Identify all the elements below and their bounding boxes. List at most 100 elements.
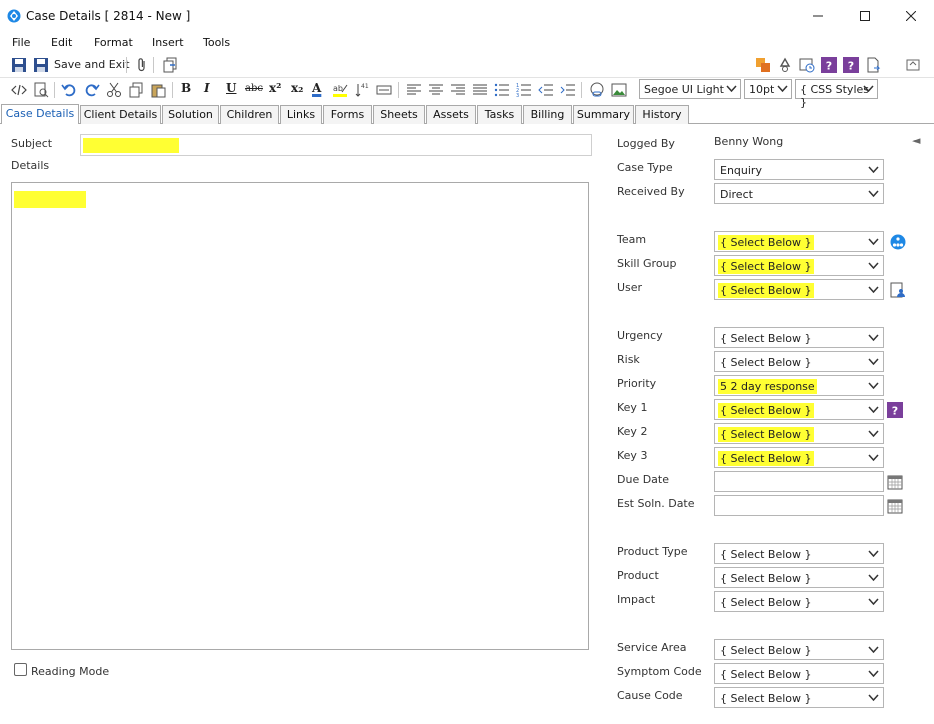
user-lookup-icon[interactable] xyxy=(890,282,906,298)
user-select[interactable]: { Select Below } xyxy=(714,279,884,300)
menu-tools[interactable]: Tools xyxy=(203,36,230,49)
superscript-button[interactable]: x² xyxy=(269,81,281,95)
save-icon[interactable] xyxy=(11,57,27,73)
css-styles-select[interactable]: { CSS Styles } xyxy=(795,79,878,109)
bullet-list-icon[interactable] xyxy=(494,82,510,98)
received-by-select[interactable]: Direct xyxy=(714,183,884,204)
menu-edit[interactable]: Edit xyxy=(51,36,72,49)
cut-icon[interactable] xyxy=(106,82,122,98)
save-exit-button[interactable]: Save and Exit xyxy=(54,58,130,71)
team-hierarchy-icon[interactable] xyxy=(890,234,906,250)
tab-tasks[interactable]: Tasks xyxy=(477,105,522,124)
symptom-code-label: Symptom Code xyxy=(617,665,702,678)
bold-button[interactable]: B xyxy=(181,81,191,95)
tab-summary[interactable]: Summary xyxy=(573,105,634,124)
details-editor[interactable] xyxy=(11,182,589,650)
align-left-icon[interactable] xyxy=(406,82,422,98)
copy-case-icon[interactable] xyxy=(162,57,178,73)
align-center-icon[interactable] xyxy=(428,82,444,98)
source-code-icon[interactable] xyxy=(11,82,27,98)
key-help-icon[interactable]: ? xyxy=(887,402,903,418)
window-title: Case Details [ 2814 - New ] xyxy=(26,9,191,23)
chevron-down-icon xyxy=(868,286,879,294)
tab-assets[interactable]: Assets xyxy=(426,105,476,124)
subscript-button[interactable]: x₂ xyxy=(291,81,303,95)
menu-insert[interactable]: Insert xyxy=(152,36,184,49)
font-color-button[interactable]: A xyxy=(312,81,321,95)
highlight-icon[interactable]: ab xyxy=(332,82,348,98)
symptom-code-select[interactable]: { Select Below } xyxy=(714,663,884,684)
font-family-select[interactable]: Segoe UI Light xyxy=(639,79,741,99)
urgency-select[interactable]: { Select Below } xyxy=(714,327,884,348)
priority-select[interactable]: 5 2 day response xyxy=(714,375,884,396)
risk-select[interactable]: { Select Below } xyxy=(714,351,884,372)
recycle-icon[interactable] xyxy=(777,57,793,73)
calendar-icon[interactable] xyxy=(887,474,903,490)
undo-icon[interactable] xyxy=(61,82,77,98)
numbered-list-icon[interactable]: 123 xyxy=(516,82,532,98)
redo-icon[interactable] xyxy=(84,82,100,98)
help-icon[interactable]: ? xyxy=(843,57,859,73)
minimize-button[interactable] xyxy=(795,0,841,32)
indent-icon[interactable] xyxy=(560,82,576,98)
impact-select[interactable]: { Select Below } xyxy=(714,591,884,612)
service-area-value: { Select Below } xyxy=(720,644,812,657)
due-date-input[interactable] xyxy=(714,471,884,492)
copy-icon[interactable] xyxy=(128,82,144,98)
team-select[interactable]: { Select Below } xyxy=(714,231,884,252)
cause-code-value: { Select Below } xyxy=(720,692,812,705)
key-2-select[interactable]: { Select Below } xyxy=(714,423,884,444)
preview-icon[interactable] xyxy=(33,82,49,98)
paste-icon[interactable] xyxy=(150,82,166,98)
close-button[interactable] xyxy=(888,0,934,32)
skill-group-select[interactable]: { Select Below } xyxy=(714,255,884,276)
menu-file[interactable]: File xyxy=(12,36,30,49)
main-toolbar: Save and Exit ? ? xyxy=(0,54,934,76)
menu-bar: File Edit Format Insert Tools xyxy=(0,32,934,54)
tab-sheets[interactable]: Sheets xyxy=(373,105,425,124)
strikethrough-button[interactable]: abc xyxy=(245,83,263,94)
tab-case-details[interactable]: Case Details xyxy=(1,104,79,124)
align-right-icon[interactable] xyxy=(450,82,466,98)
product-select[interactable]: { Select Below } xyxy=(714,567,884,588)
italic-button[interactable]: I xyxy=(204,81,210,95)
collapse-panel-icon[interactable]: ◄ xyxy=(912,134,920,147)
tab-links[interactable]: Links xyxy=(280,105,322,124)
horizontal-rule-icon[interactable] xyxy=(376,82,392,98)
subject-input[interactable] xyxy=(80,134,592,156)
key-2-label: Key 2 xyxy=(617,425,648,438)
toolbar-separator xyxy=(398,82,399,98)
merge-icon[interactable] xyxy=(755,57,771,73)
sort-icon[interactable]: 41 xyxy=(355,82,371,98)
insert-image-icon[interactable] xyxy=(611,82,627,98)
underline-button[interactable]: U xyxy=(226,81,236,95)
calendar-icon[interactable] xyxy=(887,498,903,514)
font-size-select[interactable]: 10pt xyxy=(744,79,792,99)
schedule-icon[interactable] xyxy=(799,57,815,73)
est-soln-date-input[interactable] xyxy=(714,495,884,516)
tab-client-details[interactable]: Client Details xyxy=(80,105,161,124)
insert-link-icon[interactable] xyxy=(589,82,605,98)
maximize-button[interactable] xyxy=(842,0,888,32)
tab-billing[interactable]: Billing xyxy=(523,105,572,124)
key-1-select[interactable]: { Select Below } xyxy=(714,399,884,420)
justify-icon[interactable] xyxy=(472,82,488,98)
tab-forms[interactable]: Forms xyxy=(323,105,372,124)
menu-format[interactable]: Format xyxy=(94,36,133,49)
attachment-icon[interactable] xyxy=(134,57,150,73)
key-3-select[interactable]: { Select Below } xyxy=(714,447,884,468)
svg-text:41: 41 xyxy=(361,83,369,90)
case-type-select[interactable]: Enquiry xyxy=(714,159,884,180)
pin-window-icon[interactable] xyxy=(905,57,921,73)
tab-solution[interactable]: Solution xyxy=(162,105,219,124)
tab-children[interactable]: Children xyxy=(220,105,279,124)
outdent-icon[interactable] xyxy=(538,82,554,98)
product-type-select[interactable]: { Select Below } xyxy=(714,543,884,564)
save-exit-icon[interactable] xyxy=(33,57,49,73)
document-icon[interactable] xyxy=(865,57,881,73)
help-template-icon[interactable]: ? xyxy=(821,57,837,73)
tab-history[interactable]: History xyxy=(635,105,689,124)
service-area-select[interactable]: { Select Below } xyxy=(714,639,884,660)
reading-mode-checkbox[interactable] xyxy=(14,663,27,676)
cause-code-select[interactable]: { Select Below } xyxy=(714,687,884,708)
